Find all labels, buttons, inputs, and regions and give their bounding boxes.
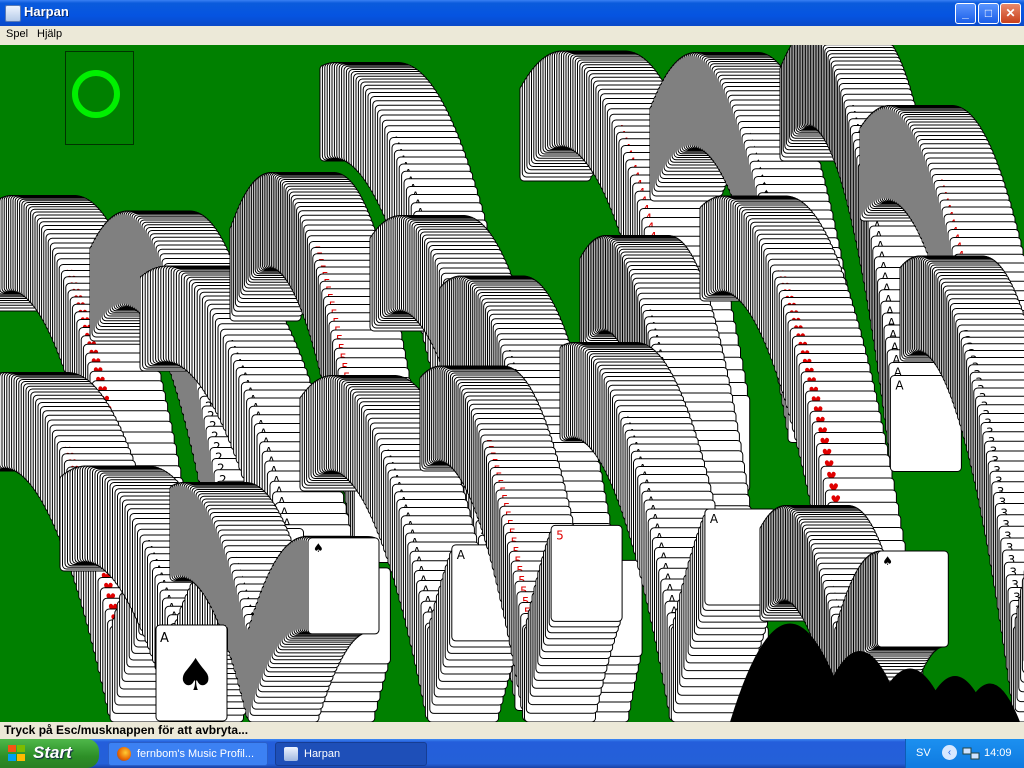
taskbar: Start fernbom's Music Profil... Harpan S… bbox=[0, 739, 1024, 768]
card-image: 5 bbox=[550, 524, 623, 622]
firefox-icon bbox=[117, 747, 131, 761]
network-icon[interactable] bbox=[962, 746, 980, 761]
taskbar-item-firefox[interactable]: fernbom's Music Profil... bbox=[108, 742, 268, 766]
menu-bar: Spel Hjälp bbox=[0, 26, 1024, 45]
maximize-button[interactable]: □ bbox=[978, 3, 999, 24]
app-window-icon bbox=[284, 747, 298, 761]
ace-of-spades-card: A♠ bbox=[155, 624, 228, 722]
window-title: Harpan bbox=[24, 4, 69, 19]
app-icon bbox=[5, 5, 21, 22]
svg-text:5: 5 bbox=[556, 528, 564, 542]
clock: 14:09 bbox=[984, 747, 1012, 759]
status-text: Tryck på Esc/musknappen för att avbryta.… bbox=[4, 723, 248, 737]
system-tray: SV ‹ 14:09 bbox=[905, 739, 1024, 768]
title-bar[interactable]: Harpan _ □ ✕ bbox=[0, 0, 1024, 26]
start-button[interactable]: Start bbox=[0, 739, 99, 768]
svg-text:A: A bbox=[457, 548, 466, 562]
taskbar-item-label: fernbom's Music Profil... bbox=[137, 748, 261, 760]
menu-hjalp[interactable]: Hjälp bbox=[37, 28, 62, 40]
svg-text:♠: ♠ bbox=[313, 541, 324, 555]
minimize-button[interactable]: _ bbox=[955, 3, 976, 24]
start-label: Start bbox=[33, 743, 72, 763]
status-bar: Tryck på Esc/musknappen för att avbryta.… bbox=[0, 722, 1024, 739]
card-image: ♠ bbox=[876, 550, 949, 648]
svg-text:♠: ♠ bbox=[882, 554, 893, 568]
svg-text:A: A bbox=[895, 379, 904, 393]
svg-text:A: A bbox=[160, 631, 169, 646]
game-board[interactable]: ♥♥♥♥♥♥♥♥♥♥♥♥♥♥♥♥♥♥♥♥♥♥♥♥♥♥♥♥♥♥♥♥♥♥♥♥♥♥♥♥… bbox=[0, 45, 1024, 722]
card-image: ♠ bbox=[307, 537, 380, 635]
language-indicator[interactable]: SV bbox=[916, 747, 931, 759]
tray-expand-icon[interactable]: ‹ bbox=[942, 745, 957, 760]
svg-text:A: A bbox=[710, 512, 719, 526]
menu-spel[interactable]: Spel bbox=[6, 28, 28, 40]
svg-text:♠: ♠ bbox=[176, 650, 215, 701]
bouncing-card-trail: ♥♥♥♥♥♥♥♥♥♥♥♥♥♥♥♥♥♥♥♥♥♥♥♥♥♥♥♥♥♥♥♥♥♥♥♥♥♥♥♥… bbox=[0, 45, 1024, 722]
taskbar-item-label: Harpan bbox=[304, 748, 428, 760]
close-button[interactable]: ✕ bbox=[1000, 3, 1021, 24]
windows-logo-icon bbox=[8, 745, 26, 762]
taskbar-item-harpan[interactable]: Harpan bbox=[275, 742, 427, 766]
